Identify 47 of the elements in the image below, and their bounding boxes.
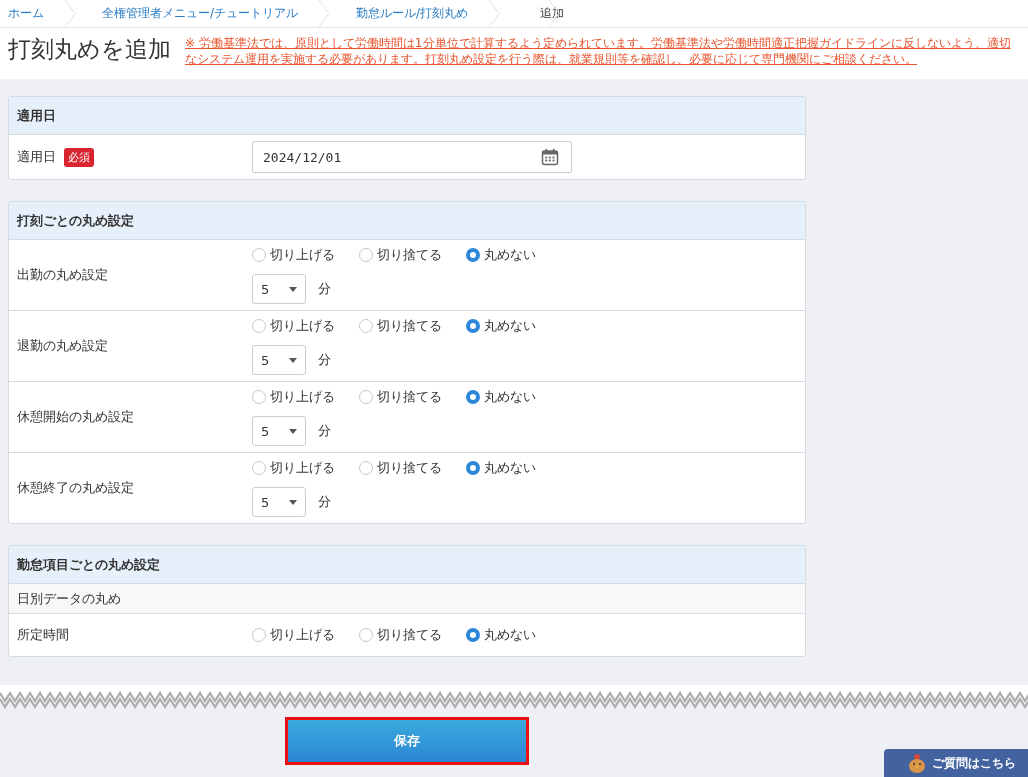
unit-label: 分 xyxy=(318,280,331,298)
field-label: 適用日 xyxy=(17,148,56,166)
date-field[interactable]: 2024/12/01 xyxy=(252,141,572,173)
minutes-select[interactable]: 5 xyxy=(252,274,306,304)
notice-link[interactable]: ※ 労働基準法では、原則として労働時間は1分単位で計算するよう定められています。労働基準法や労働時間適正把握ガイドラインに反しないよう、適切なシステム運用を実施する必要があります。打刻丸め設定を行う際は、就業規則等を確認し、必要に応じて専門機関にご相談ください。 xyxy=(185,34,1020,67)
unit-label: 分 xyxy=(318,351,331,369)
caret-icon xyxy=(289,499,297,505)
breadcrumb-link[interactable]: ホーム xyxy=(0,0,58,27)
breadcrumb-link[interactable]: 勤怠ルール/打刻丸め xyxy=(348,0,483,27)
required-badge: 必須 xyxy=(64,147,94,167)
minutes-select[interactable]: 5 xyxy=(252,345,306,375)
radio-option[interactable]: 切り上げる xyxy=(252,459,335,477)
field-label: 退勤の丸め設定 xyxy=(17,337,108,355)
help-button[interactable]: ご質問はこちら xyxy=(884,749,1028,777)
field-label: 出勤の丸め設定 xyxy=(17,266,108,284)
panel-heading: 勤怠項目ごとの丸め設定 xyxy=(9,546,805,584)
panel-heading: 適用日 xyxy=(9,97,805,135)
caret-icon xyxy=(289,357,297,363)
minutes-select[interactable]: 5 xyxy=(252,416,306,446)
panel-subheading: 日別データの丸め xyxy=(9,584,805,614)
panel-heading: 打刻ごとの丸め設定 xyxy=(9,202,805,240)
field-label: 所定時間 xyxy=(17,626,69,644)
caret-icon xyxy=(289,286,297,292)
radio-option[interactable]: 切り捨てる xyxy=(359,626,442,644)
radio-option[interactable]: 丸めない xyxy=(466,626,536,644)
chick-icon xyxy=(908,753,926,773)
field-label: 休憩終了の丸め設定 xyxy=(17,479,134,497)
minutes-select[interactable]: 5 xyxy=(252,487,306,517)
radio-option[interactable]: 切り上げる xyxy=(252,626,335,644)
page-title: 打刻丸めを追加 xyxy=(8,35,171,64)
radio-option[interactable]: 丸めない xyxy=(466,459,536,477)
radio-option[interactable]: 切り捨てる xyxy=(359,388,442,406)
radio-option[interactable]: 丸めない xyxy=(466,317,536,335)
radio-option[interactable]: 切り上げる xyxy=(252,246,335,264)
unit-label: 分 xyxy=(318,493,331,511)
radio-option[interactable]: 丸めない xyxy=(466,246,536,264)
radio-option[interactable]: 丸めない xyxy=(466,388,536,406)
field-label: 休憩開始の丸め設定 xyxy=(17,408,134,426)
caret-icon xyxy=(289,428,297,434)
radio-option[interactable]: 切り上げる xyxy=(252,388,335,406)
radio-option[interactable]: 切り捨てる xyxy=(359,459,442,477)
unit-label: 分 xyxy=(318,422,331,440)
radio-option[interactable]: 切り捨てる xyxy=(359,246,442,264)
radio-option[interactable]: 切り捨てる xyxy=(359,317,442,335)
calendar-icon xyxy=(541,148,559,166)
radio-option[interactable]: 切り上げる xyxy=(252,317,335,335)
breadcrumb-link[interactable]: 全権管理者メニュー/チュートリアル xyxy=(94,0,313,27)
